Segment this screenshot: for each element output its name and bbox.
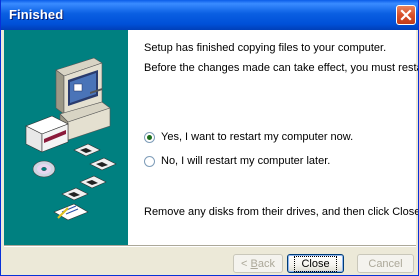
restart-now-label: Yes, I want to restart my computer now. xyxy=(161,131,354,143)
side-illustration-panel xyxy=(4,30,128,245)
cd-icon xyxy=(32,160,56,178)
back-button-label: ack xyxy=(257,257,275,270)
title-bar[interactable]: Finished xyxy=(1,0,418,30)
restart-later-radio[interactable] xyxy=(144,155,155,167)
back-button-prefix: < xyxy=(241,257,251,270)
restart-now-radio[interactable] xyxy=(144,131,155,143)
close-button-label: Close xyxy=(294,255,337,272)
cancel-button-label: Cancel xyxy=(368,257,403,270)
back-button[interactable]: < Back xyxy=(233,254,283,273)
restart-required-text: Before the changes made can take effect,… xyxy=(144,62,418,74)
close-button[interactable]: Close xyxy=(287,254,344,273)
close-icon xyxy=(400,9,412,21)
button-separator xyxy=(4,245,416,247)
cancel-button[interactable]: Cancel xyxy=(357,254,414,273)
finished-copying-text: Setup has finished copying files to your… xyxy=(144,42,387,54)
setup-illustration xyxy=(25,57,117,221)
software-box-illustration xyxy=(25,115,69,153)
close-window-button[interactable] xyxy=(396,5,416,25)
dialog-body: Setup has finished copying files to your… xyxy=(4,30,419,245)
back-button-mnemonic: B xyxy=(250,257,258,270)
disk-icons xyxy=(61,143,117,201)
remove-disks-text: Remove any disks from their drives, and … xyxy=(144,206,419,218)
restart-later-label: No, I will restart my computer later. xyxy=(161,155,331,167)
restart-now-option[interactable]: Yes, I want to restart my computer now. xyxy=(144,130,353,144)
window-title: Finished xyxy=(9,7,64,22)
restart-later-option[interactable]: No, I will restart my computer later. xyxy=(144,154,330,168)
document-illustration xyxy=(53,203,89,221)
setup-dialog: Finished Setup has finished copying file… xyxy=(0,0,419,276)
